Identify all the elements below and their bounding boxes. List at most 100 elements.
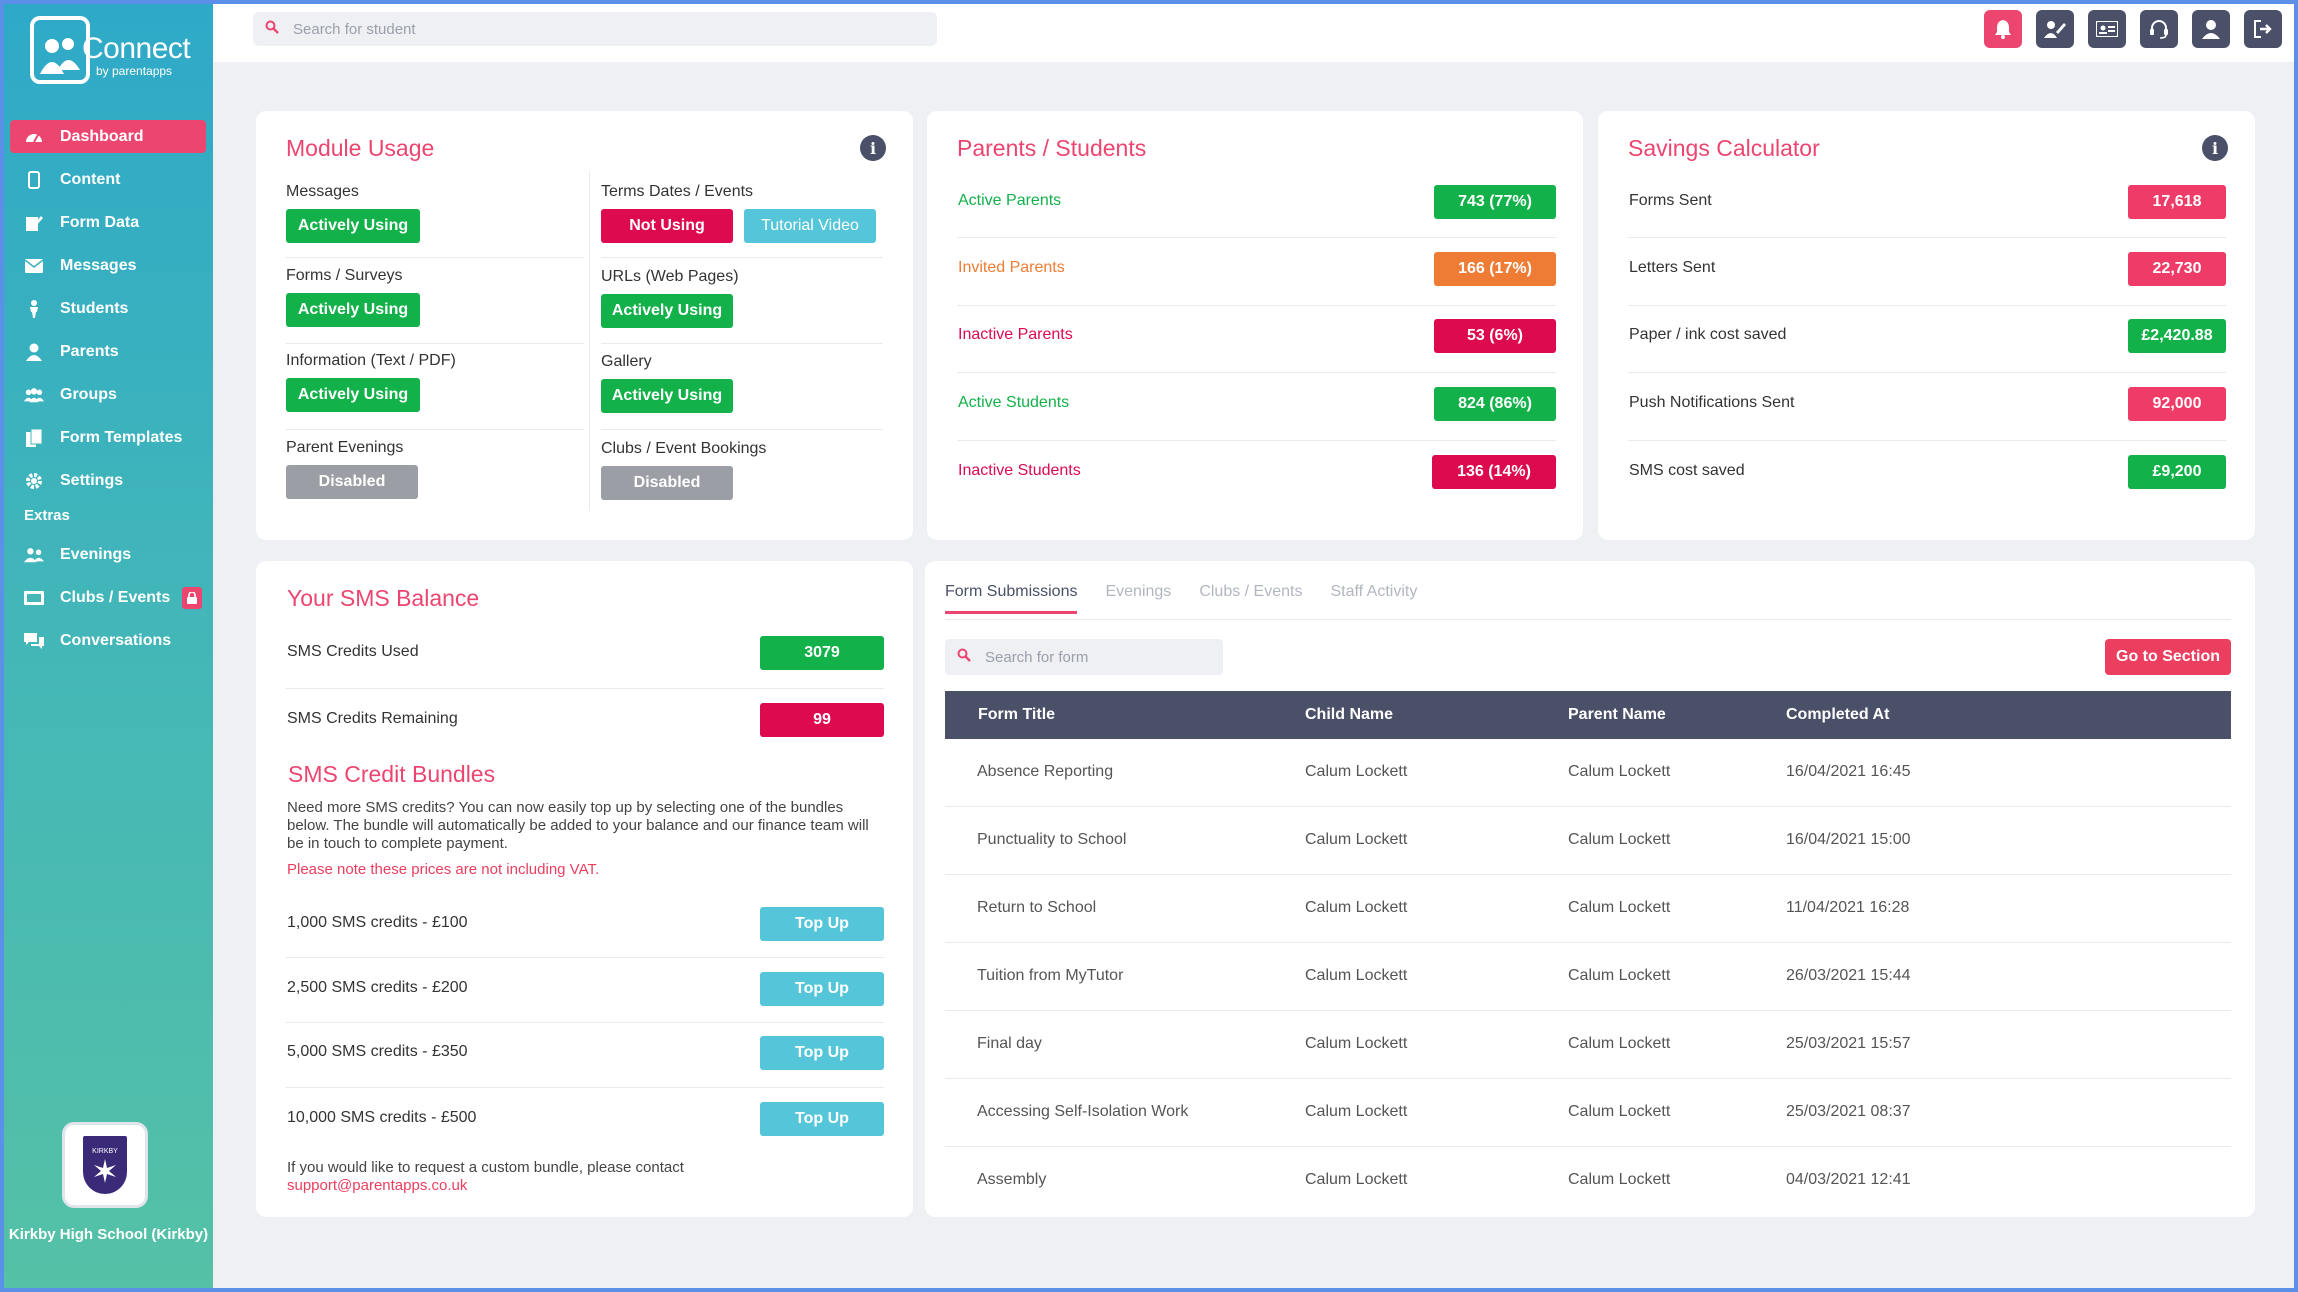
sms-bundles-title: SMS Credit Bundles: [288, 761, 496, 787]
student-icon: [24, 299, 44, 318]
go-to-section-button[interactable]: Go to Section: [2105, 639, 2231, 675]
divider: [286, 343, 584, 344]
form-submissions-card: Form Submissions Evenings Clubs / Events…: [925, 561, 2255, 1217]
school-logo[interactable]: KIRKBY: [62, 1122, 148, 1208]
completed-at-cell: 11/04/2021 16:28: [1786, 899, 1910, 916]
sidebar-item-evenings[interactable]: Evenings: [10, 538, 206, 571]
parent-name-cell: Calum Lockett: [1568, 763, 1671, 780]
module-name: Parent Evenings: [286, 439, 404, 456]
parent-name-cell: Calum Lockett: [1568, 1035, 1671, 1052]
tab-form-submissions[interactable]: Form Submissions: [945, 583, 1078, 614]
sidebar-item-messages[interactable]: Messages: [10, 249, 206, 282]
sidebar-item-label: Dashboard: [60, 127, 144, 145]
savings-value-badge: £2,420.88: [2128, 319, 2226, 353]
module-name: Information (Text / PDF): [286, 352, 456, 369]
logo-subtext: by parentapps: [96, 64, 173, 78]
table-row[interactable]: Punctuality to School Calum Lockett Calu…: [945, 807, 2231, 875]
sidebar-item-conversations[interactable]: Conversations: [10, 624, 206, 657]
sidebar-item-settings[interactable]: Settings: [10, 464, 206, 497]
tab-staff-activity[interactable]: Staff Activity: [1330, 583, 1417, 614]
sidebar-item-form-templates[interactable]: Form Templates: [10, 421, 206, 454]
table-row[interactable]: Absence Reporting Calum Lockett Calum Lo…: [945, 739, 2231, 807]
profile-icon[interactable]: [2192, 10, 2230, 48]
child-name-cell: Calum Lockett: [1305, 831, 1408, 848]
tab-evenings[interactable]: Evenings: [1105, 583, 1171, 614]
tab-clubs-events[interactable]: Clubs / Events: [1199, 583, 1302, 614]
table-row[interactable]: Assembly Calum Lockett Calum Lockett 04/…: [945, 1147, 2231, 1215]
divider: [601, 257, 883, 258]
table-row[interactable]: Final day Calum Lockett Calum Lockett 25…: [945, 1011, 2231, 1079]
sidebar-item-clubs-events[interactable]: Clubs / Events: [10, 581, 206, 614]
parents-students-title: Parents / Students: [957, 135, 1147, 161]
column-header[interactable]: Form Title: [978, 706, 1055, 724]
sms-balance-title: Your SMS Balance: [287, 585, 480, 611]
table-header: Form Title Child Name Parent Name Comple…: [945, 691, 2231, 739]
id-card-icon[interactable]: [2088, 10, 2126, 48]
sidebar-item-dashboard[interactable]: Dashboard: [10, 120, 206, 153]
school-crest-icon: KIRKBY: [83, 1136, 127, 1194]
table-row[interactable]: Return to School Calum Lockett Calum Loc…: [945, 875, 2231, 943]
stat-label: Active Students: [958, 394, 1070, 411]
divider: [601, 343, 883, 344]
module-name: Clubs / Event Bookings: [601, 440, 767, 457]
stat-label: Active Parents: [958, 192, 1062, 209]
module-status-badge: Actively Using: [286, 209, 420, 243]
divider: [286, 688, 884, 689]
sms-remaining-value: 99: [760, 703, 884, 737]
form-title-cell: Final day: [977, 1035, 1042, 1052]
module-status-badge: Actively Using: [286, 293, 420, 327]
column-header[interactable]: Parent Name: [1568, 706, 1666, 724]
top-up-button[interactable]: Top Up: [760, 907, 884, 941]
sidebar: Connect by parentapps Dashboard Content: [4, 4, 213, 1288]
logout-icon[interactable]: [2244, 10, 2282, 48]
top-up-button[interactable]: Top Up: [760, 1036, 884, 1070]
vat-note: Please note these prices are not includi…: [287, 861, 600, 878]
sidebar-item-groups[interactable]: Groups: [10, 378, 206, 411]
form-search-input[interactable]: Search for form: [945, 639, 1223, 675]
divider: [1628, 237, 2226, 238]
sidebar-nav: Dashboard Content Form Data Messages Stu…: [10, 120, 206, 667]
tutorial-video-button[interactable]: Tutorial Video: [744, 209, 876, 243]
tabs-divider: [945, 619, 2231, 620]
column-header[interactable]: Child Name: [1305, 706, 1393, 724]
support-email-link[interactable]: support@parentapps.co.uk: [287, 1177, 467, 1194]
sidebar-item-label: Students: [60, 299, 129, 317]
connect-logo[interactable]: Connect by parentapps: [30, 16, 191, 88]
info-icon[interactable]: i: [860, 135, 886, 161]
sms-remaining-label: SMS Credits Remaining: [287, 710, 458, 727]
sidebar-item-parents[interactable]: Parents: [10, 335, 206, 368]
form-title-cell: Assembly: [977, 1171, 1047, 1188]
user-edit-icon[interactable]: [2036, 10, 2074, 48]
divider: [957, 440, 1556, 441]
logo-mark-icon: [30, 16, 90, 84]
sidebar-item-form-data[interactable]: Form Data: [10, 206, 206, 239]
divider: [286, 257, 584, 258]
module-status-badge: Actively Using: [601, 294, 733, 328]
stat-value-badge: 53 (6%): [1434, 319, 1556, 353]
savings-value-badge: 22,730: [2128, 252, 2226, 286]
sidebar-item-students[interactable]: Students: [10, 292, 206, 325]
completed-at-cell: 25/03/2021 08:37: [1786, 1103, 1911, 1120]
module-status-badge: Actively Using: [601, 379, 733, 413]
sidebar-item-content[interactable]: Content: [10, 163, 206, 196]
sms-bundles-description: Need more SMS credits? You can now easil…: [287, 799, 869, 852]
module-usage-card: Module Usage i Messages Actively Using T…: [256, 111, 913, 540]
copy-icon: [24, 428, 44, 447]
table-row[interactable]: Tuition from MyTutor Calum Lockett Calum…: [945, 943, 2231, 1011]
parent-name-cell: Calum Lockett: [1568, 899, 1671, 916]
search-icon: [957, 648, 971, 666]
headset-support-icon[interactable]: [2140, 10, 2178, 48]
sidebar-item-label: Content: [60, 170, 121, 188]
module-status-badge: Actively Using: [286, 378, 420, 412]
table-row[interactable]: Accessing Self-Isolation Work Calum Lock…: [945, 1079, 2231, 1147]
top-up-button[interactable]: Top Up: [760, 1102, 884, 1136]
notifications-bell-icon[interactable]: [1984, 10, 2022, 48]
child-name-cell: Calum Lockett: [1305, 1035, 1408, 1052]
info-icon[interactable]: i: [2202, 135, 2228, 161]
student-search-input[interactable]: Search for student: [253, 12, 937, 46]
column-header[interactable]: Completed At: [1786, 706, 1889, 724]
sidebar-item-label: Clubs / Events: [60, 588, 171, 606]
top-up-button[interactable]: Top Up: [760, 972, 884, 1006]
divider: [286, 1022, 884, 1023]
sidebar-item-label: Messages: [60, 256, 137, 274]
